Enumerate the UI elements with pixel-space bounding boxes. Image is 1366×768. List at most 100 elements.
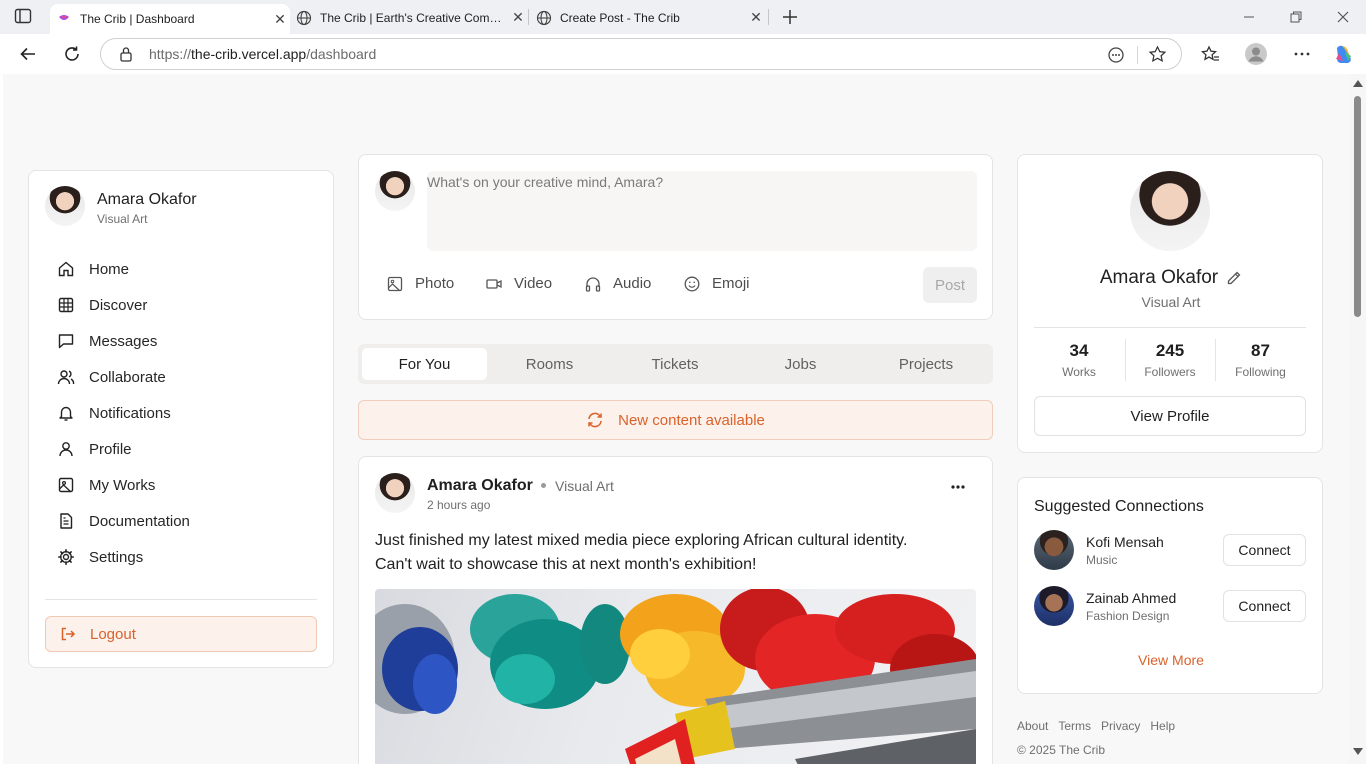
post-composer-input[interactable]: What's on your creative mind, Amara? [427,171,977,251]
stat-following[interactable]: 87 Following [1215,341,1306,379]
footer-link-about[interactable]: About [1017,719,1048,733]
sidebar-item-my-works[interactable]: My Works [57,473,155,497]
tab-community[interactable]: The Crib | Earth's Creative Community ✕ [290,4,528,31]
post-text-line-1: Just finished my latest mixed media piec… [375,532,908,549]
connect-button[interactable]: Connect [1223,590,1306,622]
stat-label: Followers [1144,365,1196,379]
sidebar-item-settings[interactable]: Settings [57,545,143,569]
post-button[interactable]: Post [923,267,977,303]
vertical-scrollbar[interactable] [1349,74,1366,764]
close-tab-icon[interactable]: ✕ [270,9,290,29]
sidebar-item-collaborate[interactable]: Collaborate [57,365,166,389]
divider [45,599,317,600]
connect-button[interactable]: Connect [1223,534,1306,566]
tab-title: The Crib | Earth's Creative Community [320,10,508,25]
favorite-star-icon[interactable] [1148,45,1167,64]
favorites-icon[interactable] [1195,40,1225,68]
sidebar-item-profile[interactable]: Profile [57,437,132,461]
post-author[interactable]: Amara Okafor [427,477,533,495]
message-icon [58,334,74,349]
url-path: /dashboard [306,46,377,62]
sidebar-item-documentation[interactable]: Documentation [57,509,190,533]
post-composer: What's on your creative mind, Amara? Pho… [358,154,993,320]
avatar[interactable] [375,473,415,513]
tab-projects[interactable]: Projects [863,348,989,380]
sidebar-item-messages[interactable]: Messages [57,329,157,353]
back-arrow-icon[interactable] [13,40,43,68]
reader-mode-icon[interactable] [1107,46,1125,64]
view-profile-button[interactable]: View Profile [1034,396,1306,436]
crib-favicon-icon [56,11,72,27]
divider [1034,327,1306,328]
post-time: 2 hours ago [427,498,491,512]
address-bar[interactable]: https://the-crib.vercel.app/dashboard [100,38,1182,70]
users-icon [57,370,75,385]
tab-rooms[interactable]: Rooms [487,348,612,380]
video-button[interactable]: Video [486,275,552,292]
post-image[interactable] [375,589,976,764]
edit-pencil-icon[interactable] [1226,270,1242,286]
photo-label: Photo [415,275,455,292]
home-icon [58,261,74,277]
restore-window-icon[interactable] [1289,10,1305,24]
profile-role: Visual Art [1141,294,1201,310]
logout-button[interactable]: Logout [45,616,317,652]
lock-icon[interactable] [119,46,133,62]
avatar[interactable] [1034,530,1074,570]
sidebar-user-name: Amara Okafor [97,191,197,208]
profile-card: Amara Okafor Visual Art 34 Works 245 Fol… [1017,154,1323,453]
video-label: Video [514,275,553,292]
reload-icon[interactable] [57,40,87,68]
document-icon [60,513,73,529]
tab-create-post[interactable]: Create Post - The Crib ✕ [530,4,766,31]
photo-button[interactable]: Photo [387,275,454,292]
profile-avatar-icon[interactable] [1241,40,1271,68]
stat-works[interactable]: 34 Works [1034,341,1124,379]
audio-button[interactable]: Audio [585,275,651,292]
url-scheme: https:// [149,46,192,62]
sidebar: Amara Okafor Visual Art Home Discover Me… [28,170,334,668]
view-more-link[interactable]: View More [1018,652,1324,668]
image-icon [387,276,403,291]
new-content-banner[interactable]: New content available [358,400,993,440]
minimize-window-icon[interactable] [1242,10,1258,24]
footer-link-help[interactable]: Help [1150,719,1175,733]
tab-tickets[interactable]: Tickets [612,348,738,380]
tab-actions-icon[interactable] [14,8,34,26]
browser-toolbar: https://the-crib.vercel.app/dashboard [0,34,1366,74]
copilot-icon[interactable] [1329,40,1359,68]
video-icon [486,278,502,289]
tab-jobs[interactable]: Jobs [738,348,863,380]
new-tab-icon[interactable] [780,7,800,27]
person-name[interactable]: Zainab Ahmed [1086,590,1176,606]
tab-dashboard[interactable]: The Crib | Dashboard ✕ [50,4,290,34]
person-name[interactable]: Kofi Mensah [1086,534,1164,550]
tab-for-you[interactable]: For You [362,348,487,380]
sidebar-item-label: Profile [89,440,132,458]
stat-value: 245 [1155,341,1185,360]
avatar[interactable] [45,186,85,226]
scroll-down-arrow-icon[interactable] [1353,748,1363,755]
close-tab-icon[interactable]: ✕ [746,8,766,28]
settings-more-icon[interactable] [1287,40,1317,68]
stat-followers[interactable]: 245 Followers [1125,341,1215,379]
logout-label: Logout [90,625,136,643]
sidebar-item-home[interactable]: Home [57,257,129,281]
feed-tabs: For You Rooms Tickets Jobs Projects [358,344,993,384]
profile-avatar[interactable] [1130,171,1210,251]
close-window-icon[interactable] [1335,9,1351,25]
logout-icon [61,627,76,641]
scroll-up-arrow-icon[interactable] [1353,80,1363,87]
headphones-icon [585,276,601,292]
emoji-button[interactable]: Emoji [684,275,750,292]
footer-link-privacy[interactable]: Privacy [1101,719,1140,733]
avatar[interactable] [1034,586,1074,626]
url-host: the-crib.vercel.app [191,46,307,62]
sidebar-item-notifications[interactable]: Notifications [57,401,171,425]
close-tab-icon[interactable]: ✕ [508,8,528,28]
footer-link-terms[interactable]: Terms [1058,719,1091,733]
sidebar-item-discover[interactable]: Discover [57,293,147,317]
profile-name-row: Amara Okafor [1018,267,1324,289]
scrollbar-thumb[interactable] [1354,96,1361,317]
more-horizontal-icon[interactable] [951,485,965,489]
